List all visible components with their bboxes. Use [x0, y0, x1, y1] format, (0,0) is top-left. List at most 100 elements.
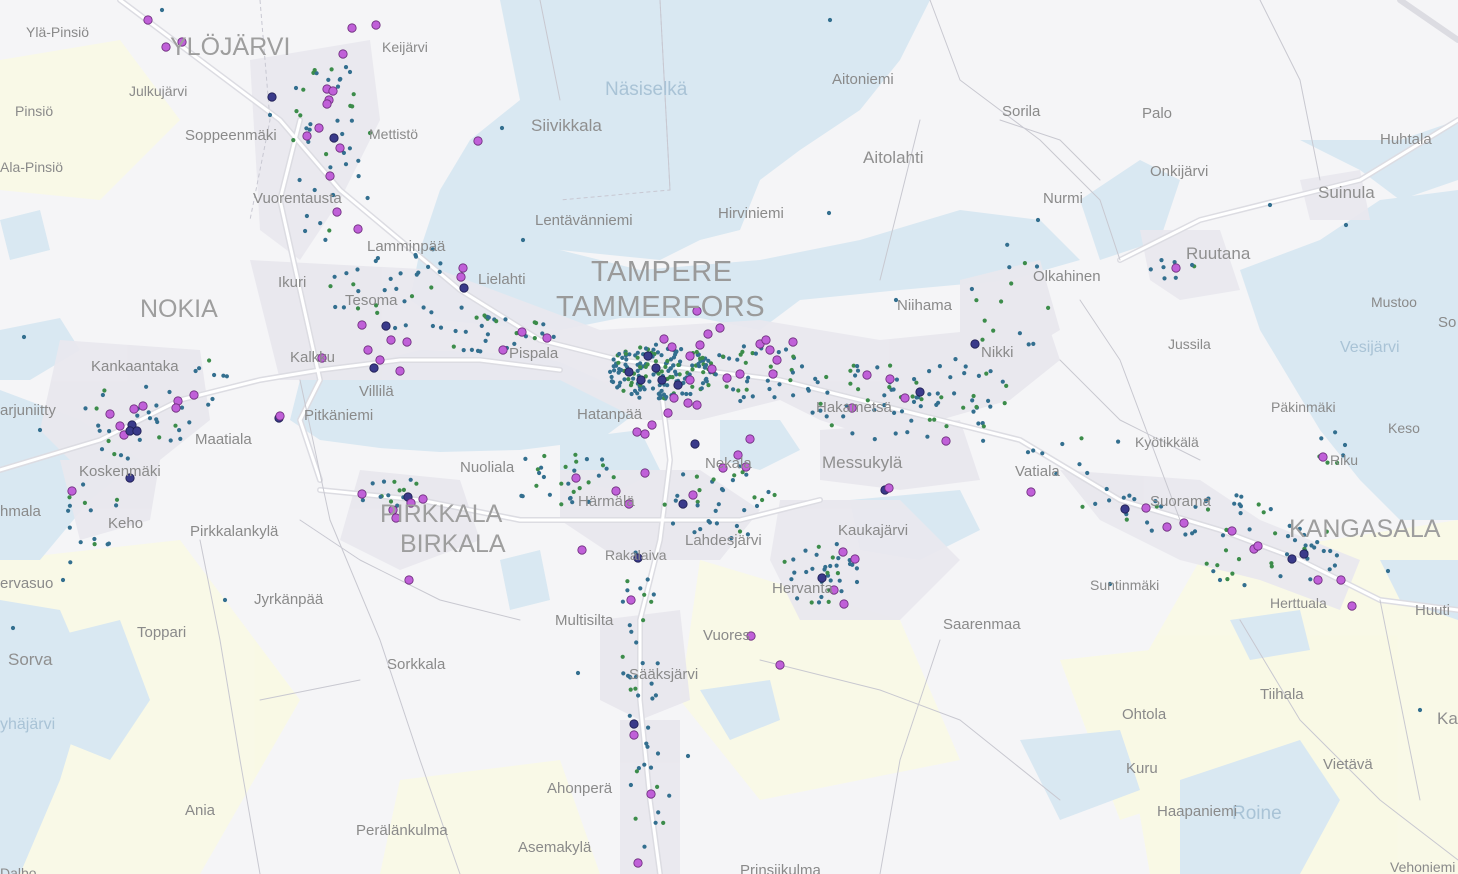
data-point-green[interactable] [375, 310, 380, 315]
data-point-green[interactable] [744, 387, 749, 392]
data-point-small[interactable] [727, 356, 732, 361]
data-point-small[interactable] [520, 237, 526, 243]
data-point-navy[interactable] [657, 375, 667, 385]
data-point-magenta[interactable] [629, 730, 639, 740]
data-point-small[interactable] [541, 474, 547, 480]
data-point-navy[interactable] [459, 283, 469, 293]
data-point-small[interactable] [894, 377, 900, 382]
data-point-small[interactable] [381, 479, 387, 484]
data-point-small[interactable] [795, 596, 800, 601]
data-point-green[interactable] [1269, 561, 1274, 566]
data-point-small[interactable] [430, 323, 435, 329]
data-point-small[interactable] [338, 76, 343, 82]
data-point-small[interactable] [586, 499, 591, 504]
data-point-green[interactable] [625, 579, 630, 584]
data-point-magenta[interactable] [402, 337, 412, 347]
data-point-green[interactable] [173, 423, 178, 428]
data-point-small[interactable] [911, 399, 917, 404]
data-point-green[interactable] [559, 502, 564, 507]
data-point-small[interactable] [479, 323, 484, 328]
data-point-small[interactable] [927, 392, 932, 397]
data-point-small[interactable] [1132, 497, 1137, 502]
data-point-magenta[interactable] [733, 450, 743, 460]
data-point-small[interactable] [823, 564, 828, 570]
data-point-small[interactable] [617, 367, 622, 372]
data-point-small[interactable] [745, 532, 751, 537]
data-point-magenta[interactable] [838, 547, 848, 557]
data-point-magenta[interactable] [517, 327, 527, 337]
data-point-green[interactable] [1124, 517, 1129, 522]
data-point-magenta[interactable] [659, 334, 669, 344]
data-point-small[interactable] [969, 286, 975, 292]
data-point-small[interactable] [1206, 496, 1211, 501]
data-point-magenta[interactable] [1171, 263, 1181, 273]
data-point-green[interactable] [724, 384, 729, 389]
data-point-small[interactable] [636, 693, 641, 698]
data-point-green[interactable] [788, 378, 793, 383]
data-point-small[interactable] [1000, 379, 1005, 384]
data-point-small[interactable] [1031, 341, 1036, 346]
data-point-small[interactable] [827, 17, 833, 23]
data-point-small[interactable] [193, 368, 198, 374]
data-point-green[interactable] [737, 529, 743, 534]
data-point-magenta[interactable] [353, 224, 363, 234]
data-point-small[interactable] [976, 421, 981, 426]
data-point-green[interactable] [752, 495, 757, 500]
data-point-small[interactable] [1025, 450, 1031, 455]
data-point-green[interactable] [732, 473, 737, 478]
data-point-green[interactable] [628, 687, 633, 692]
data-point-small[interactable] [642, 387, 647, 392]
data-point-small[interactable] [609, 379, 615, 384]
data-point-small[interactable] [349, 118, 354, 123]
data-point-navy[interactable] [636, 375, 646, 385]
data-point-green[interactable] [645, 362, 650, 367]
data-point-small[interactable] [651, 372, 656, 377]
data-point-small[interactable] [1268, 507, 1273, 512]
data-point-green[interactable] [635, 355, 640, 360]
data-point-small[interactable] [644, 741, 649, 746]
data-point-small[interactable] [651, 347, 656, 352]
data-point-small[interactable] [642, 844, 647, 849]
data-point-small[interactable] [825, 390, 830, 395]
data-point-small[interactable] [847, 561, 853, 567]
data-point-small[interactable] [685, 753, 691, 759]
data-point-small[interactable] [375, 256, 380, 261]
data-point-small[interactable] [66, 508, 71, 513]
data-point-small[interactable] [803, 548, 808, 553]
data-point-green[interactable] [690, 384, 695, 389]
data-point-green[interactable] [367, 130, 373, 136]
data-point-small[interactable] [620, 599, 626, 604]
data-point-small[interactable] [378, 494, 383, 499]
data-point-small[interactable] [699, 386, 704, 391]
data-point-small[interactable] [1031, 448, 1036, 453]
data-point-small[interactable] [792, 570, 797, 575]
data-point-small[interactable] [684, 391, 689, 397]
data-point-green[interactable] [999, 299, 1004, 304]
data-point-green[interactable] [782, 559, 787, 564]
data-point-magenta[interactable] [688, 490, 698, 500]
data-point-small[interactable] [717, 353, 722, 358]
data-point-green[interactable] [542, 453, 547, 459]
data-point-small[interactable] [206, 402, 211, 407]
data-point-small[interactable] [469, 347, 474, 352]
data-point-small[interactable] [637, 395, 642, 400]
data-point-green[interactable] [856, 387, 861, 392]
data-point-green[interactable] [535, 467, 541, 472]
data-point-small[interactable] [1116, 439, 1121, 444]
data-point-green[interactable] [559, 481, 564, 486]
data-point-green[interactable] [324, 152, 329, 157]
data-point-small[interactable] [716, 502, 721, 507]
data-point-green[interactable] [355, 306, 361, 311]
data-point-small[interactable] [520, 494, 525, 499]
data-point-green[interactable] [914, 380, 919, 385]
data-point-small[interactable] [839, 589, 844, 594]
data-point-green[interactable] [1205, 507, 1211, 512]
data-point-small[interactable] [88, 508, 93, 513]
data-point-magenta[interactable] [328, 86, 338, 96]
data-point-small[interactable] [893, 431, 898, 436]
data-point-small[interactable] [766, 489, 771, 495]
data-point-green[interactable] [94, 406, 99, 411]
data-point-small[interactable] [679, 347, 684, 352]
data-point-magenta[interactable] [685, 375, 695, 385]
data-point-green[interactable] [1204, 561, 1209, 566]
